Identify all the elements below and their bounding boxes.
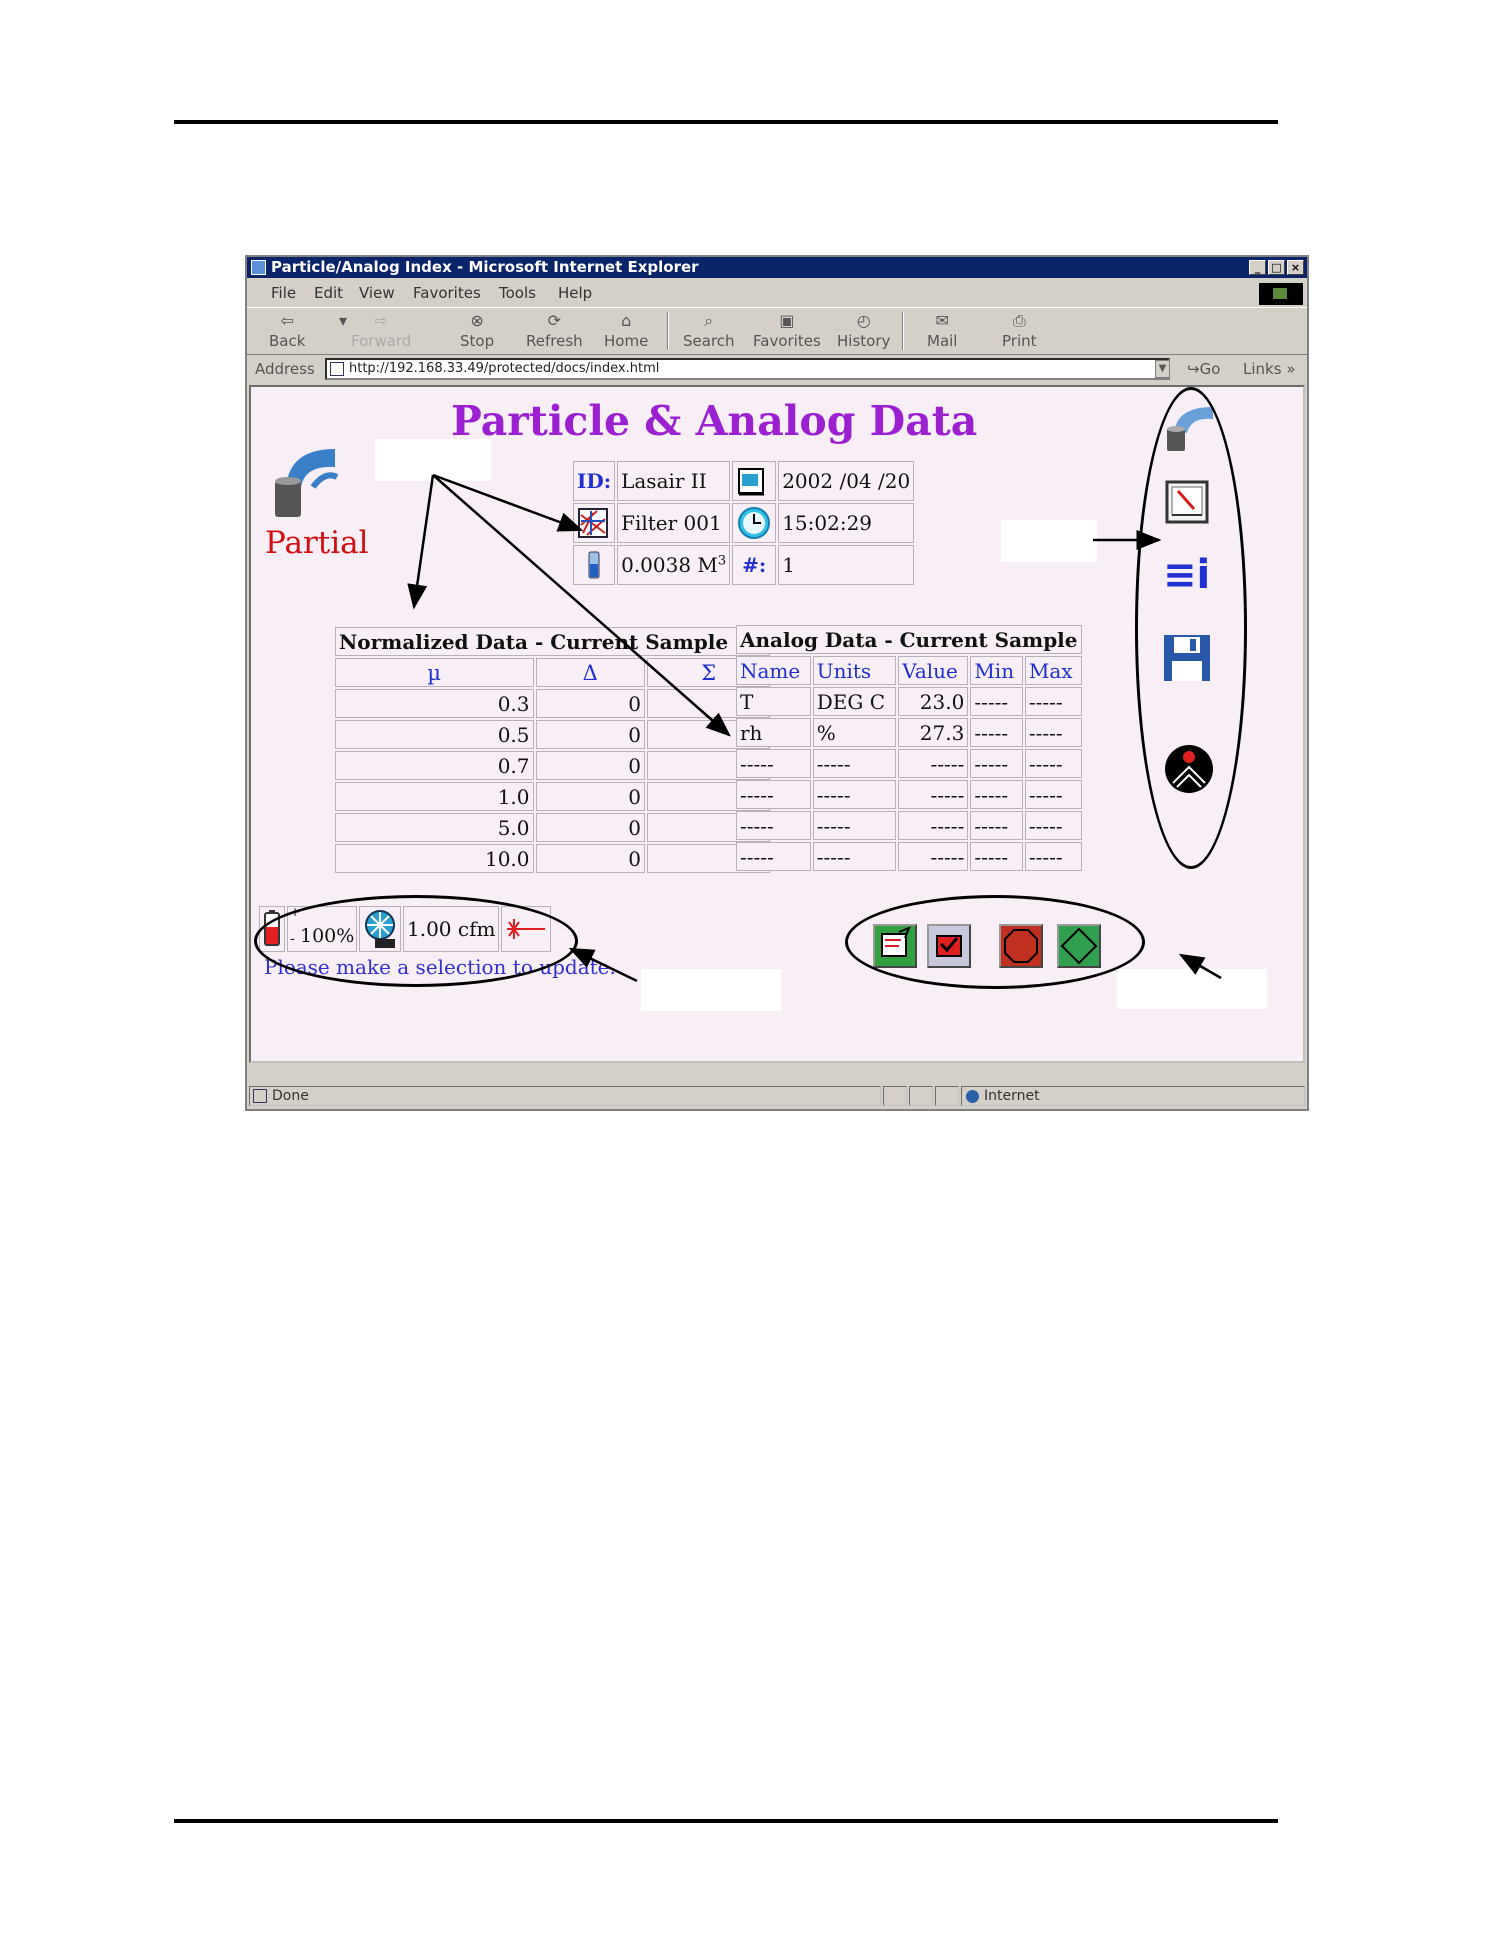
- back-dropdown[interactable]: ▾: [333, 312, 353, 332]
- toolbar-separator: [902, 312, 904, 350]
- status-text-cell: Done: [249, 1086, 881, 1106]
- back-arrow-icon: ⇦: [280, 311, 294, 330]
- top-rule: [174, 120, 1278, 124]
- browser-window: Particle/Analog Index - Microsoft Intern…: [245, 255, 1309, 1111]
- home-icon: ⌂: [621, 311, 632, 330]
- minimize-button[interactable]: _: [1249, 260, 1266, 275]
- toolbar: ⇦ Back ▾ ⇨ Forward ⊗ Stop ⟳ Refresh ⌂ Home ⌕ S…: [247, 307, 1307, 355]
- window-title: Particle/Analog Index - Microsoft Intern…: [271, 258, 699, 276]
- stop-button[interactable]: ⊗ Stop: [460, 311, 494, 351]
- bottom-rule: [174, 1819, 1278, 1823]
- toolbar-separator: [667, 312, 669, 350]
- refresh-button[interactable]: ⟳ Refresh: [526, 311, 583, 351]
- dropdown-arrow-icon: ▾: [338, 311, 348, 330]
- forward-button[interactable]: ⇨ Forward: [351, 311, 411, 351]
- zone-cell: Internet: [961, 1086, 1305, 1106]
- chevron-icon: »: [1286, 360, 1296, 378]
- home-button[interactable]: ⌂ Home: [604, 311, 648, 351]
- menu-file[interactable]: File: [271, 284, 296, 302]
- page-content: Particle & Analog Data Partial ID: Lasai…: [249, 385, 1305, 1063]
- links-button[interactable]: Links »: [1243, 360, 1296, 378]
- favorites-button[interactable]: ▣ Favorites: [753, 311, 821, 351]
- menu-bar: File Edit View Favorites Tools Help: [247, 279, 1307, 305]
- print-button[interactable]: ⎙ Print: [1002, 311, 1037, 351]
- close-button[interactable]: ×: [1287, 260, 1304, 275]
- status-panel: [935, 1086, 959, 1106]
- menu-edit[interactable]: Edit: [314, 284, 343, 302]
- annotation-arrows: [407, 473, 1222, 983]
- zone-text: Internet: [984, 1088, 1040, 1104]
- status-text: Done: [272, 1088, 309, 1104]
- go-button[interactable]: ↪Go: [1187, 360, 1220, 378]
- address-dropdown[interactable]: ▼: [1155, 360, 1170, 378]
- menu-view[interactable]: View: [359, 284, 395, 302]
- search-icon: ⌕: [704, 311, 714, 330]
- menu-help[interactable]: Help: [558, 284, 592, 302]
- history-icon: ◴: [856, 311, 871, 330]
- status-panel: [883, 1086, 907, 1106]
- globe-icon: [966, 1090, 979, 1103]
- ie-icon: [251, 260, 266, 275]
- mail-button[interactable]: ✉ Mail: [927, 311, 957, 351]
- address-label: Address: [255, 360, 315, 378]
- back-button[interactable]: ⇦ Back: [269, 311, 305, 351]
- page-done-icon: [253, 1089, 267, 1103]
- windows-logo-icon: [1259, 283, 1303, 305]
- print-icon: ⎙: [1012, 311, 1026, 330]
- address-input[interactable]: http://192.168.33.49/protected/docs/inde…: [325, 358, 1170, 380]
- history-button[interactable]: ◴ History: [837, 311, 890, 351]
- refresh-icon: ⟳: [547, 311, 562, 330]
- address-text: http://192.168.33.49/protected/docs/inde…: [349, 361, 660, 376]
- mail-icon: ✉: [935, 311, 949, 330]
- address-bar: Address http://192.168.33.49/protected/d…: [247, 355, 1307, 383]
- stop-icon: ⊗: [470, 311, 484, 330]
- menu-favorites[interactable]: Favorites: [413, 284, 481, 302]
- menu-tools[interactable]: Tools: [499, 284, 536, 302]
- page-icon: [330, 362, 344, 376]
- status-panel: [909, 1086, 933, 1106]
- maximize-button[interactable]: □: [1268, 260, 1285, 275]
- favorites-icon: ▣: [779, 311, 795, 330]
- search-button[interactable]: ⌕ Search: [683, 311, 735, 351]
- forward-arrow-icon: ⇨: [374, 311, 388, 330]
- title-bar: Particle/Analog Index - Microsoft Intern…: [247, 257, 1307, 278]
- status-bar: Done Internet: [247, 1084, 1307, 1109]
- go-arrow-icon: ↪: [1187, 360, 1200, 378]
